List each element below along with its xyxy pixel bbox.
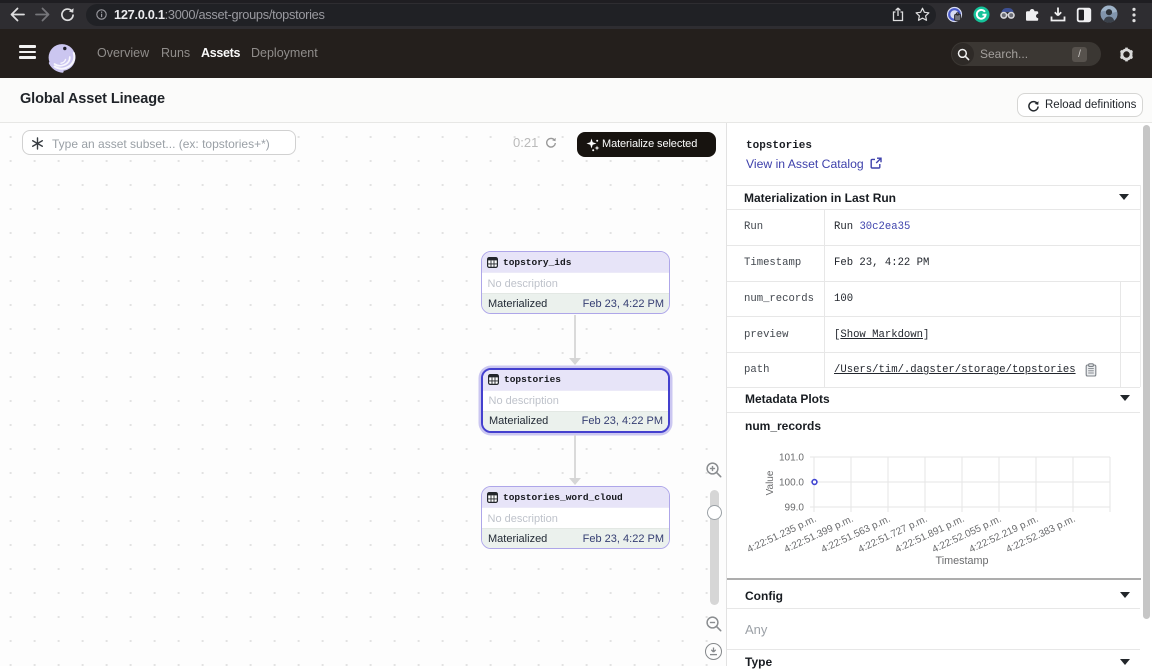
svg-text:100.0: 100.0	[779, 478, 804, 489]
svg-text:101.0: 101.0	[779, 453, 804, 464]
svg-text:Value: Value	[765, 470, 776, 495]
svg-text:Timestamp: Timestamp	[936, 555, 989, 567]
svg-text:99.0: 99.0	[785, 503, 805, 514]
